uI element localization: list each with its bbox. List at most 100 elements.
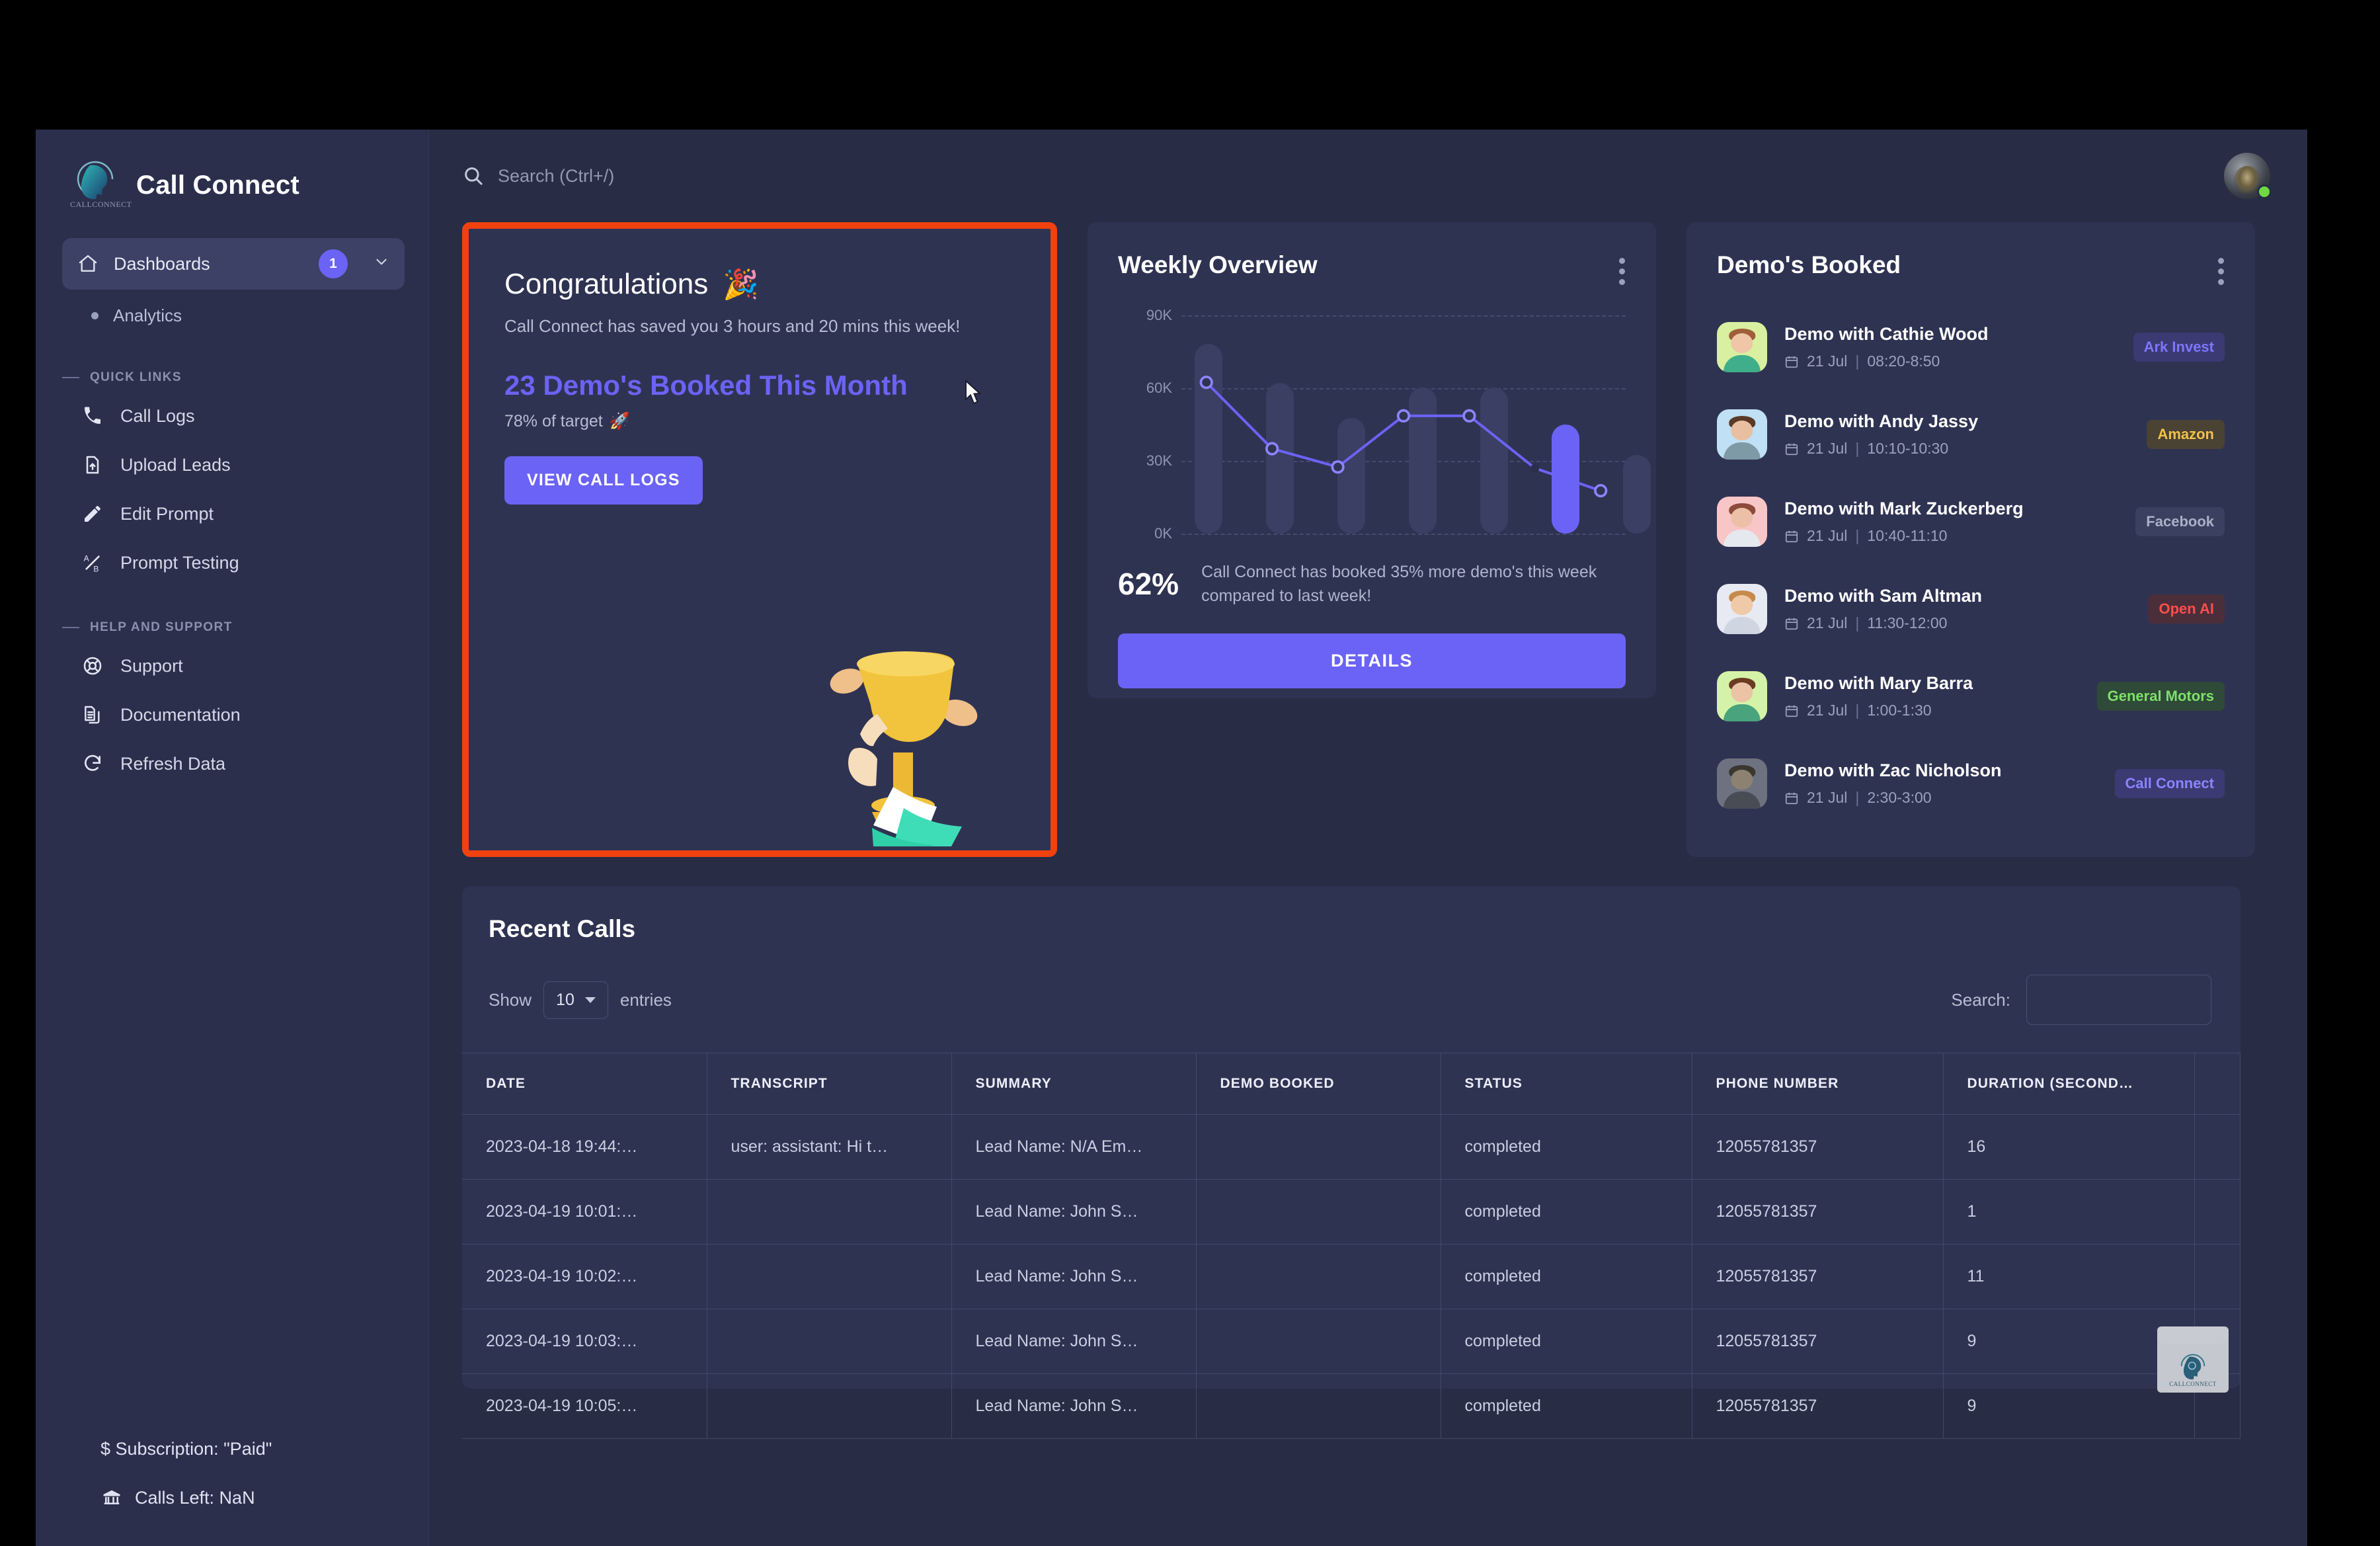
recent-calls-card: Recent Calls Show 10 entries Search:	[462, 886, 2241, 1389]
brand-name: Call Connect	[136, 171, 299, 200]
cell-duration: 16	[1943, 1115, 2194, 1180]
sidebar-item-label: Upload Leads	[120, 455, 231, 475]
weekly-overview-card: Weekly Overview 90K 60K 30K 0K	[1088, 222, 1656, 698]
recent-calls-title: Recent Calls	[462, 915, 2241, 943]
cell-summary: Lead Name: John S…	[951, 1309, 1196, 1374]
demo-name: Demo with Zac Nicholson	[1784, 760, 2098, 781]
bullet-icon	[91, 312, 99, 319]
cell-transcript: user: assistant: Hi t…	[707, 1115, 951, 1180]
cell-status: completed	[1441, 1309, 1692, 1374]
more-options-icon[interactable]	[2218, 251, 2225, 285]
global-search[interactable]: Search (Ctrl+/)	[462, 165, 2224, 187]
show-label: Show	[489, 990, 532, 1010]
sidebar-item-analytics[interactable]: Analytics	[77, 294, 405, 337]
demo-name: Demo with Mary Barra	[1784, 673, 2080, 694]
view-call-logs-button[interactable]: VIEW CALL LOGS	[504, 456, 703, 505]
entries-label: entries	[620, 990, 672, 1010]
party-popper-icon: 🎉	[723, 267, 759, 302]
demo-timerange: 1:00-1:30	[1867, 702, 1931, 719]
sidebar-item-edit-prompt[interactable]: Edit Prompt	[73, 489, 405, 538]
target-text: 78% of target	[504, 412, 603, 431]
demo-info: Demo with Zac Nicholson21 Jul|2:30-3:00	[1784, 760, 2098, 807]
table-row[interactable]: 2023-04-19 10:01:…Lead Name: John S…comp…	[462, 1180, 2241, 1244]
sidebar-item-dashboards[interactable]: Dashboards 1	[62, 238, 405, 290]
cell-extra	[2194, 1180, 2241, 1244]
cell-transcript	[707, 1244, 951, 1309]
sidebar-item-documentation[interactable]: Documentation	[73, 690, 405, 739]
sidebar-item-label: Dashboards	[114, 254, 304, 274]
table-search-input[interactable]	[2026, 975, 2211, 1025]
avatar-body	[1724, 530, 1761, 547]
cell-date: 2023-04-19 10:01:…	[462, 1180, 707, 1244]
column-header-transcript[interactable]: TRANSCRIPT	[707, 1053, 951, 1115]
demos-list: Demo with Cathie Wood21 Jul|08:20-8:50Ar…	[1717, 304, 2225, 827]
sidebar-item-upload-leads[interactable]: Upload Leads	[73, 440, 405, 489]
column-header-summary[interactable]: SUMMARY	[951, 1053, 1196, 1115]
sidebar-item-calls-left[interactable]: Calls Left: NaN	[36, 1473, 428, 1522]
demo-time: 21 Jul|11:30-12:00	[1784, 614, 2131, 632]
sidebar-item-refresh-data[interactable]: Refresh Data	[73, 739, 405, 788]
weekly-overview-chart: 90K 60K 30K 0K	[1118, 315, 1626, 534]
page-size-value: 10	[556, 991, 575, 1010]
subscription-label: $ Subscription: "Paid"	[100, 1439, 272, 1459]
column-header-extra[interactable]	[2194, 1053, 2241, 1115]
status-badge: Amazon	[2147, 420, 2225, 449]
sidebar-item-support[interactable]: Support	[73, 641, 405, 690]
search-placeholder: Search (Ctrl+/)	[498, 166, 614, 186]
demo-list-item[interactable]: Demo with Mary Barra 21 Jul | 1:00-1:30 Gene…	[1717, 653, 2225, 740]
sidebar-item-prompt-testing[interactable]: AB Prompt Testing	[73, 538, 405, 587]
column-header-phone[interactable]: PHONE NUMBER	[1692, 1053, 1943, 1115]
table-row[interactable]: 2023-04-19 10:05:…Lead Name: John S…comp…	[462, 1374, 2241, 1439]
demo-timerange: 08:20-8:50	[1867, 352, 1940, 370]
more-options-icon[interactable]	[1619, 251, 1626, 285]
column-header-date[interactable]: DATE	[462, 1053, 707, 1115]
documents-icon	[81, 703, 104, 727]
demo-list-item[interactable]: Demo with Cathie Wood21 Jul|08:20-8:50Ar…	[1717, 304, 2225, 391]
top-cards-row: Congratulations 🎉 Call Connect has saved…	[462, 222, 2270, 857]
right-column: Weekly Overview 90K 60K 30K 0K	[1088, 222, 1656, 698]
demo-list-item[interactable]: Demo with Andy Jassy21 Jul|10:10-10:30Am…	[1717, 391, 2225, 478]
cell-demo-booked	[1196, 1180, 1441, 1244]
sidebar-item-subscription[interactable]: $ Subscription: "Paid"	[36, 1424, 428, 1473]
chat-widget-button[interactable]: CALLCONNECT	[2157, 1326, 2229, 1393]
cell-summary: Lead Name: John S…	[951, 1244, 1196, 1309]
brand[interactable]: CALLCONNECT Call Connect	[36, 130, 428, 213]
avatar	[1717, 758, 1767, 809]
logo-wordmark: CALLCONNECT	[70, 200, 120, 210]
congratulations-card: Congratulations 🎉 Call Connect has saved…	[462, 222, 1057, 857]
svg-text:B: B	[93, 564, 99, 573]
phone-icon	[81, 404, 104, 428]
demos-booked-card: Demo's Booked Demo with Cathie Wood21 Ju…	[1686, 222, 2255, 857]
page-title: Congratulations	[504, 268, 708, 301]
separator: |	[1855, 702, 1859, 719]
demo-list-item[interactable]: Demo with Zac Nicholson21 Jul|2:30-3:00 C…	[1717, 740, 2225, 827]
table-row[interactable]: 2023-04-18 19:44:…user: assistant: Hi t……	[462, 1115, 2241, 1180]
column-header-duration[interactable]: DURATION (SECOND…	[1943, 1053, 2194, 1115]
calendar-icon	[1784, 704, 1799, 718]
demo-list-item[interactable]: Demo with Sam Altman21 Jul|11:30-12:00Op…	[1717, 565, 2225, 653]
details-button[interactable]: DETAILS	[1118, 633, 1626, 688]
calendar-icon	[1784, 354, 1799, 369]
sidebar-item-label: Refresh Data	[120, 754, 225, 774]
column-header-demo-booked[interactable]: DEMO BOOKED	[1196, 1053, 1441, 1115]
demo-date: 21 Jul	[1807, 702, 1847, 719]
demo-list-item[interactable]: Demo with Mark Zuckerberg21 Jul|10:40-11…	[1717, 478, 2225, 565]
callconnect-head-icon	[2175, 1352, 2211, 1381]
sidebar-item-call-logs[interactable]: Call Logs	[73, 391, 405, 440]
cell-transcript	[707, 1180, 951, 1244]
column-header-status[interactable]: STATUS	[1441, 1053, 1692, 1115]
status-badge: Call Connect	[2115, 769, 2225, 798]
cell-demo-booked	[1196, 1115, 1441, 1180]
page-size-select[interactable]: 10	[543, 981, 608, 1019]
chevron-down-icon[interactable]	[373, 253, 390, 274]
user-menu[interactable]	[2224, 153, 2270, 199]
y-tick-label: 90K	[1146, 307, 1172, 324]
demos-booked-headline: 23 Demo's Booked This Month	[504, 370, 1015, 401]
table-controls: Show 10 entries Search:	[462, 943, 2241, 1025]
table-row[interactable]: 2023-04-19 10:02:…Lead Name: John S…comp…	[462, 1244, 2241, 1309]
status-badge: General Motors	[2097, 682, 2225, 711]
table-row[interactable]: 2023-04-19 10:03:…Lead Name: John S…comp…	[462, 1309, 2241, 1374]
congrats-subtitle: Call Connect has saved you 3 hours and 2…	[504, 316, 1015, 337]
cell-extra	[2194, 1244, 2241, 1309]
dashboards-badge: 1	[319, 249, 348, 278]
